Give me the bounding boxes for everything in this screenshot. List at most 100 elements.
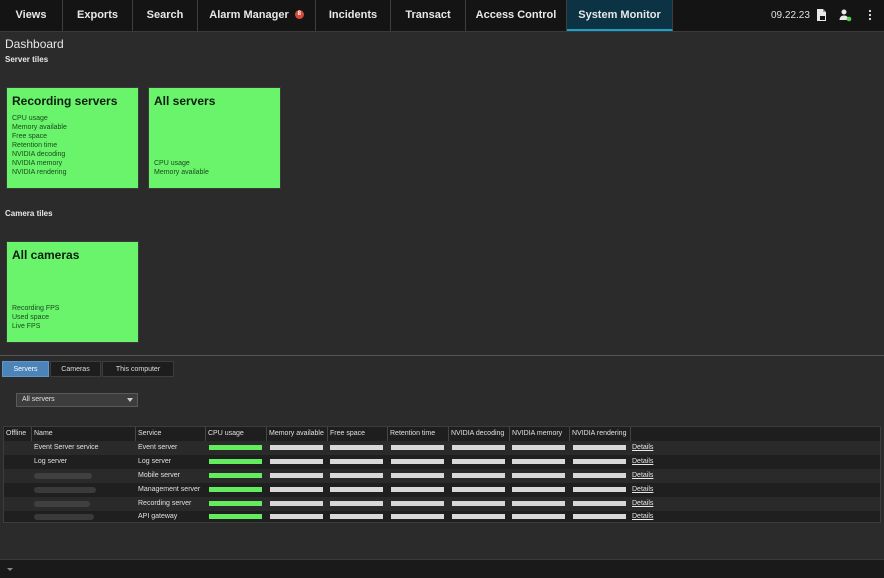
column-header-memory-available[interactable]: Memory available <box>267 427 328 441</box>
column-header-name[interactable]: Name <box>32 427 136 441</box>
nvidia-decoding-bar <box>452 487 505 492</box>
column-header-service[interactable]: Service <box>136 427 206 441</box>
column-header-free-space[interactable]: Free space <box>328 427 388 441</box>
nvidia-decoding-bar <box>452 501 505 506</box>
bottom-status-bar <box>0 559 884 578</box>
cpu-usage-bar <box>209 445 262 450</box>
tab-system-monitor[interactable]: System Monitor <box>567 0 673 31</box>
tile-metric: NVIDIA rendering <box>12 169 67 176</box>
panel-divider[interactable] <box>0 355 884 356</box>
row-service: Recording server <box>138 500 192 507</box>
details-link[interactable]: Details <box>632 483 653 497</box>
column-header-nvidia-memory[interactable]: NVIDIA memory <box>510 427 570 441</box>
nvidia-rendering-bar <box>573 459 626 464</box>
tab-incidents[interactable]: Incidents <box>316 0 391 31</box>
details-link[interactable]: Details <box>632 455 653 469</box>
tile-metric: CPU usage <box>154 160 190 167</box>
file-icon[interactable] <box>814 8 828 22</box>
tab-label: Transact <box>405 9 451 21</box>
collapse-arrow-icon[interactable] <box>7 568 13 571</box>
nvidia-memory-bar <box>512 445 565 450</box>
memory-available-bar <box>270 501 323 506</box>
memory-available-bar <box>270 473 323 478</box>
nvidia-rendering-bar <box>573 487 626 492</box>
table-row[interactable]: Log server Log server Details <box>4 455 880 469</box>
row-service: API gateway <box>138 513 178 520</box>
tab-label: Cameras <box>61 366 90 373</box>
free-space-bar <box>330 487 383 492</box>
tile-recording-servers[interactable]: Recording servers CPU usage Memory avail… <box>6 87 139 189</box>
column-header-details <box>631 427 880 441</box>
nvidia-memory-bar <box>512 459 565 464</box>
tile-metric: Retention time <box>12 142 58 149</box>
server-filter-select[interactable]: All servers <box>16 393 138 407</box>
cpu-usage-bar <box>209 514 262 519</box>
column-header-nvidia-decoding[interactable]: NVIDIA decoding <box>449 427 510 441</box>
table-row[interactable]: API gateway Details <box>4 511 880 522</box>
details-link[interactable]: Details <box>632 441 653 455</box>
tab-transact[interactable]: Transact <box>391 0 466 31</box>
column-header-cpu-usage[interactable]: CPU usage <box>206 427 267 441</box>
select-value: All servers <box>22 396 55 403</box>
row-service: Management server <box>138 486 201 493</box>
tab-label: Access Control <box>475 9 557 21</box>
row-service: Mobile server <box>138 472 181 479</box>
tab-label: Servers <box>13 366 38 373</box>
column-header-offline[interactable]: Offline <box>4 427 32 441</box>
details-link[interactable]: Details <box>632 511 653 522</box>
camera-tiles-heading: Camera tiles <box>5 209 53 218</box>
nvidia-memory-bar <box>512 501 565 506</box>
cpu-usage-bar <box>209 501 262 506</box>
nvidia-memory-bar <box>512 514 565 519</box>
tab-label: Exports <box>77 9 118 21</box>
details-link[interactable]: Details <box>632 497 653 511</box>
tile-title: All cameras <box>12 248 80 262</box>
tile-metric: Live FPS <box>12 323 41 330</box>
nvidia-rendering-bar <box>573 445 626 450</box>
more-vertical-icon[interactable] <box>863 8 877 22</box>
tab-label: Views <box>15 9 47 21</box>
chevron-down-icon <box>127 398 133 402</box>
tab-access-control[interactable]: Access Control <box>466 0 567 31</box>
retention-time-bar <box>391 487 444 492</box>
tab-label: Search <box>146 9 184 21</box>
tab-exports[interactable]: Exports <box>63 0 133 31</box>
tab-cameras[interactable]: Cameras <box>50 361 101 377</box>
tile-all-servers[interactable]: All servers CPU usage Memory available <box>148 87 281 189</box>
retention-time-bar <box>391 514 444 519</box>
retention-time-bar <box>391 501 444 506</box>
free-space-bar <box>330 514 383 519</box>
table-row[interactable]: Management server Details <box>4 483 880 497</box>
page-title: Dashboard <box>5 37 64 51</box>
free-space-bar <box>330 459 383 464</box>
table-row[interactable]: Mobile server Details <box>4 469 880 483</box>
tab-this-computer[interactable]: This computer <box>102 361 174 377</box>
tab-search[interactable]: Search <box>133 0 198 31</box>
tab-label: Alarm Manager <box>209 9 289 21</box>
table-row[interactable]: Recording server Details <box>4 497 880 511</box>
redacted-name <box>34 514 94 520</box>
column-header-retention-time[interactable]: Retention time <box>388 427 449 441</box>
tab-views[interactable]: Views <box>0 0 63 31</box>
free-space-bar <box>330 445 383 450</box>
user-status-icon[interactable] <box>838 8 852 22</box>
tile-metric: NVIDIA decoding <box>12 151 66 158</box>
row-service: Event server <box>138 444 178 451</box>
column-header-nvidia-rendering[interactable]: NVIDIA rendering <box>570 427 631 441</box>
retention-time-bar <box>391 459 444 464</box>
table-row[interactable]: Event Server service Event server Detail… <box>4 441 880 455</box>
nvidia-memory-bar <box>512 487 565 492</box>
nvidia-decoding-bar <box>452 445 505 450</box>
tile-metric: CPU usage <box>12 115 48 122</box>
tab-alarm-manager[interactable]: Alarm Manager 8 <box>198 0 316 31</box>
row-name: Log server <box>34 458 68 465</box>
nvidia-decoding-bar <box>452 473 505 478</box>
tab-servers[interactable]: Servers <box>2 361 49 377</box>
top-nav-bar: Views Exports Search Alarm Manager 8 Inci… <box>0 0 884 32</box>
tile-all-cameras[interactable]: All cameras Recording FPS Used space Liv… <box>6 241 139 343</box>
details-link[interactable]: Details <box>632 469 653 483</box>
cpu-usage-bar <box>209 459 262 464</box>
redacted-name <box>34 501 90 507</box>
tab-label: This computer <box>115 366 161 373</box>
retention-time-bar <box>391 445 444 450</box>
